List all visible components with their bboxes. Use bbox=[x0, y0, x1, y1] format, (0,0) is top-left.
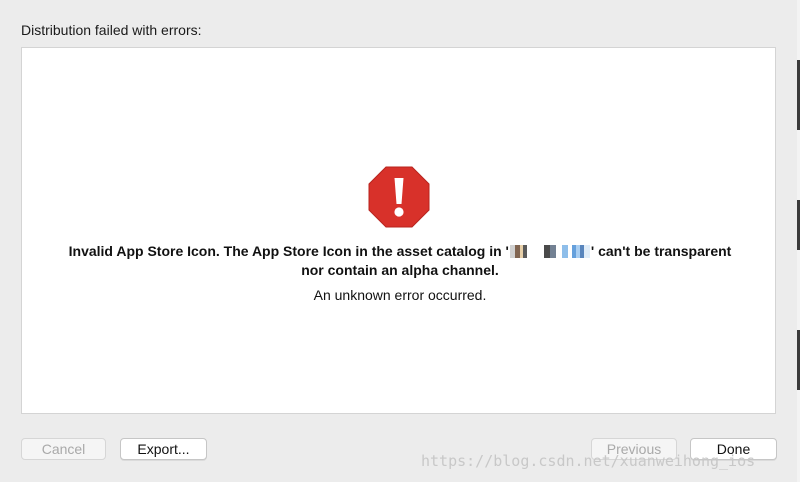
error-message-line-1: Invalid App Store Icon. The App Store Ic… bbox=[30, 241, 770, 261]
redacted-app-name bbox=[509, 245, 590, 258]
dialog-heading: Distribution failed with errors: bbox=[21, 22, 202, 38]
watermark: https://blog.csdn.net/xuanweihong_ios bbox=[421, 452, 756, 470]
error-message-part: ' can't be transparent bbox=[590, 243, 732, 259]
error-message-line-2: nor contain an alpha channel. bbox=[301, 262, 499, 278]
cancel-button[interactable]: Cancel bbox=[21, 438, 106, 460]
error-message-part: Invalid App Store Icon. The App Store Ic… bbox=[68, 243, 509, 259]
error-panel bbox=[21, 47, 776, 414]
error-detail: An unknown error occurred. bbox=[313, 287, 487, 303]
stop-error-icon bbox=[368, 166, 430, 228]
export-button[interactable]: Export... bbox=[120, 438, 207, 460]
